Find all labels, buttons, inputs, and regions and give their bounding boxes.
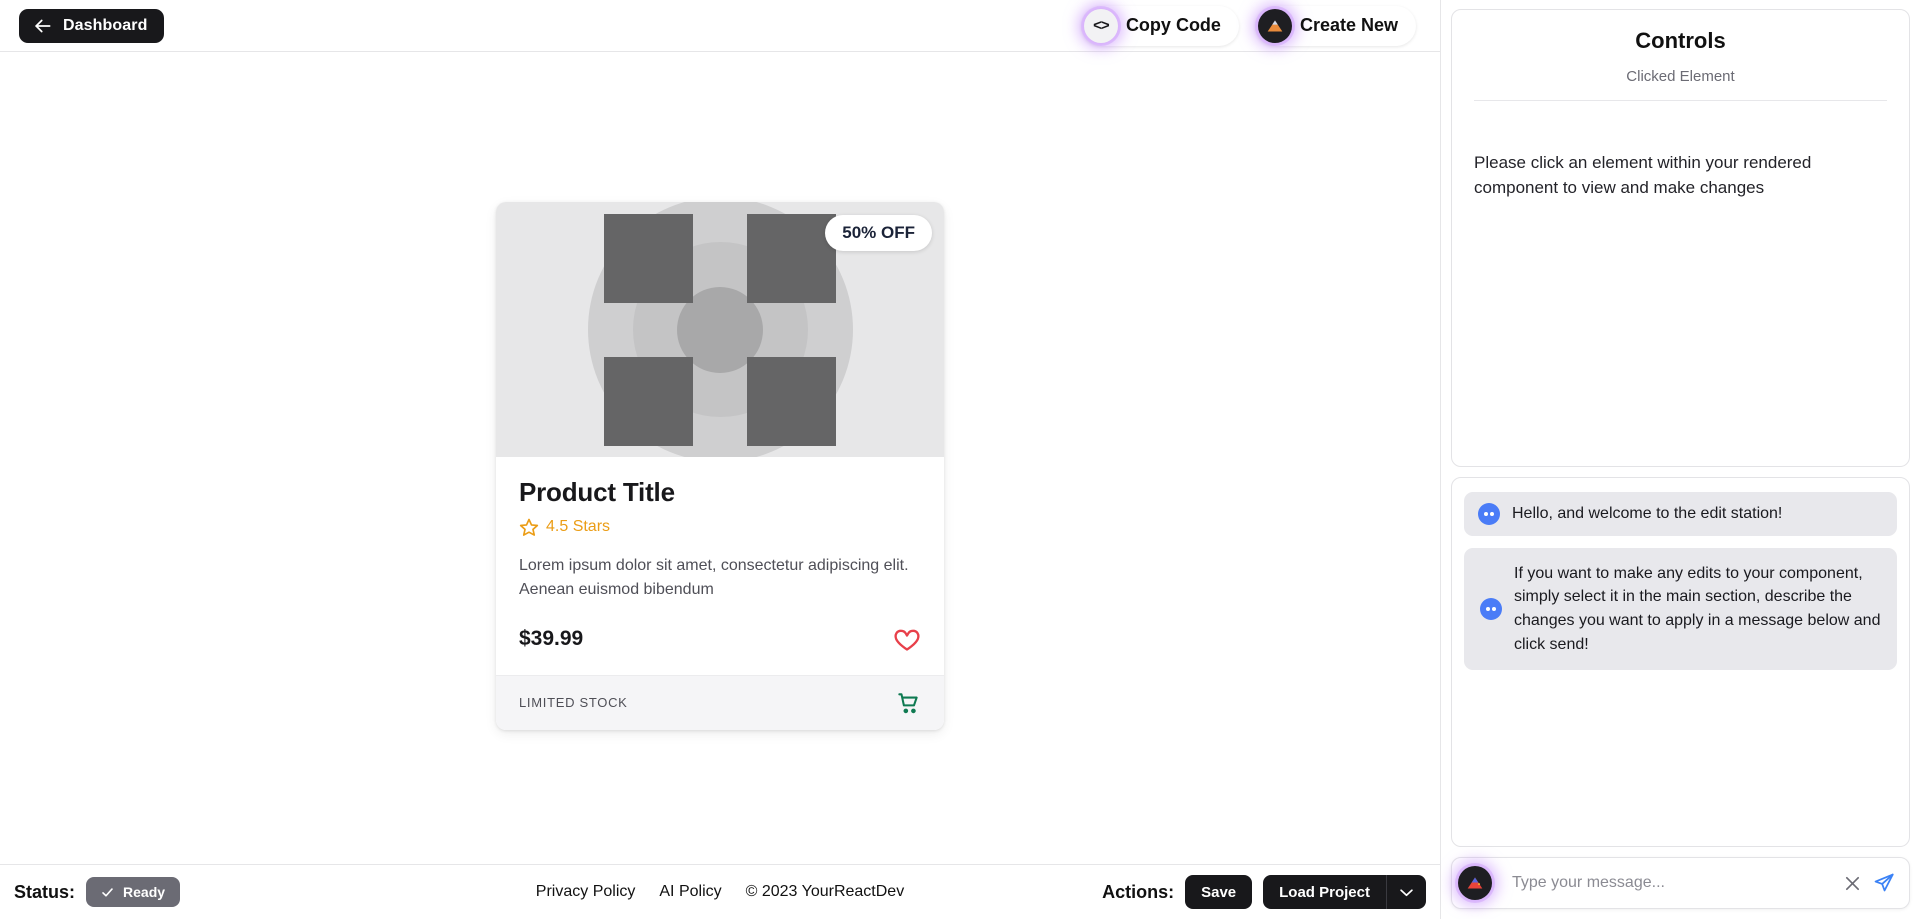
top-bar-actions: <> Copy Code Create New xyxy=(1080,5,1430,46)
product-image[interactable]: 50% OFF xyxy=(496,202,944,457)
stock-status: LIMITED STOCK xyxy=(519,695,628,711)
dashboard-button[interactable]: Dashboard xyxy=(19,8,165,43)
controls-subtitle: Clicked Element xyxy=(1626,68,1735,85)
product-title: Product Title xyxy=(519,477,675,507)
chat-message-text: Hello, and welcome to the edit station! xyxy=(1512,505,1783,522)
load-project-button[interactable]: Load Project xyxy=(1263,875,1386,909)
top-bar: Dashboard <> Copy Code Create New xyxy=(0,0,1440,52)
app-root: Dashboard <> Copy Code Create New 50% OF… xyxy=(0,0,1920,919)
status-label: Status: xyxy=(14,881,76,902)
controls-card: Controls Clicked Element Please click an… xyxy=(1451,9,1910,467)
product-description: Lorem ipsum dolor sit amet, consectetur … xyxy=(519,557,909,599)
bot-avatar-icon xyxy=(1480,598,1502,621)
copyright-text: © 2023 YourReactDev xyxy=(745,883,905,900)
product-rating-label: 4.5 Stars xyxy=(546,518,611,535)
chat-message: If you want to make any edits to your co… xyxy=(1464,547,1897,671)
discount-badge: 50% OFF xyxy=(825,215,932,251)
render-canvas[interactable]: 50% OFF Product Title 4.5 Stars Lorem ip… xyxy=(0,52,1440,864)
controls-empty-hint: Please click an element within your rend… xyxy=(1474,153,1812,197)
mountain-logo-icon xyxy=(1257,8,1292,43)
create-new-button[interactable]: Create New xyxy=(1254,5,1416,46)
controls-title: Controls xyxy=(1635,28,1726,53)
send-paper-plane-icon[interactable] xyxy=(1873,872,1895,894)
chat-panel: Hello, and welcome to the edit station! … xyxy=(1451,477,1910,847)
product-price: $39.99 xyxy=(519,626,584,650)
status-badge-label: Ready xyxy=(123,884,166,900)
chat-message-text: If you want to make any edits to your co… xyxy=(1514,564,1881,653)
product-card[interactable]: 50% OFF Product Title 4.5 Stars Lorem ip… xyxy=(496,202,944,730)
ai-policy-link[interactable]: AI Policy xyxy=(659,883,721,901)
mountain-logo-icon[interactable] xyxy=(1458,866,1492,900)
copy-code-button[interactable]: <> Copy Code xyxy=(1080,5,1239,46)
save-button[interactable]: Save xyxy=(1185,875,1253,909)
load-project-dropdown-toggle[interactable] xyxy=(1386,875,1426,909)
create-new-label: Create New xyxy=(1299,15,1398,35)
message-input[interactable] xyxy=(1504,874,1832,892)
product-rating: 4.5 Stars xyxy=(519,517,921,537)
product-price-row: $39.99 xyxy=(519,625,921,653)
bot-avatar-icon xyxy=(1478,502,1500,525)
actions-label: Actions: xyxy=(1102,881,1175,902)
controls-divider xyxy=(1474,100,1887,101)
chat-message: Hello, and welcome to the edit station! xyxy=(1464,492,1897,536)
code-brackets-icon: <> xyxy=(1083,8,1118,43)
close-x-icon[interactable] xyxy=(1844,875,1861,892)
status-badge[interactable]: Ready xyxy=(86,877,181,907)
actions-group: Actions: Save Load Project xyxy=(1102,875,1426,909)
star-icon xyxy=(519,517,539,537)
status-bar: Status: Ready Privacy Policy AI Policy ©… xyxy=(0,864,1440,919)
message-composer xyxy=(1451,857,1910,909)
shopping-cart-icon[interactable] xyxy=(895,690,921,716)
heart-icon[interactable] xyxy=(893,625,921,653)
status-group: Status: Ready xyxy=(14,877,181,907)
check-icon xyxy=(101,886,114,899)
dashboard-button-label: Dashboard xyxy=(63,16,148,34)
copy-code-label: Copy Code xyxy=(1125,15,1221,35)
product-card-footer: LIMITED STOCK xyxy=(496,674,944,730)
load-project-split-button: Load Project xyxy=(1263,875,1426,909)
privacy-policy-link[interactable]: Privacy Policy xyxy=(536,883,636,901)
controls-panel: Controls Clicked Element Please click an… xyxy=(1440,0,1920,919)
chevron-down-icon xyxy=(1399,888,1414,897)
arrow-left-icon xyxy=(33,18,52,34)
editor-column: Dashboard <> Copy Code Create New 50% OF… xyxy=(0,0,1440,919)
product-card-body: Product Title 4.5 Stars Lorem ipsum dolo… xyxy=(496,457,944,675)
